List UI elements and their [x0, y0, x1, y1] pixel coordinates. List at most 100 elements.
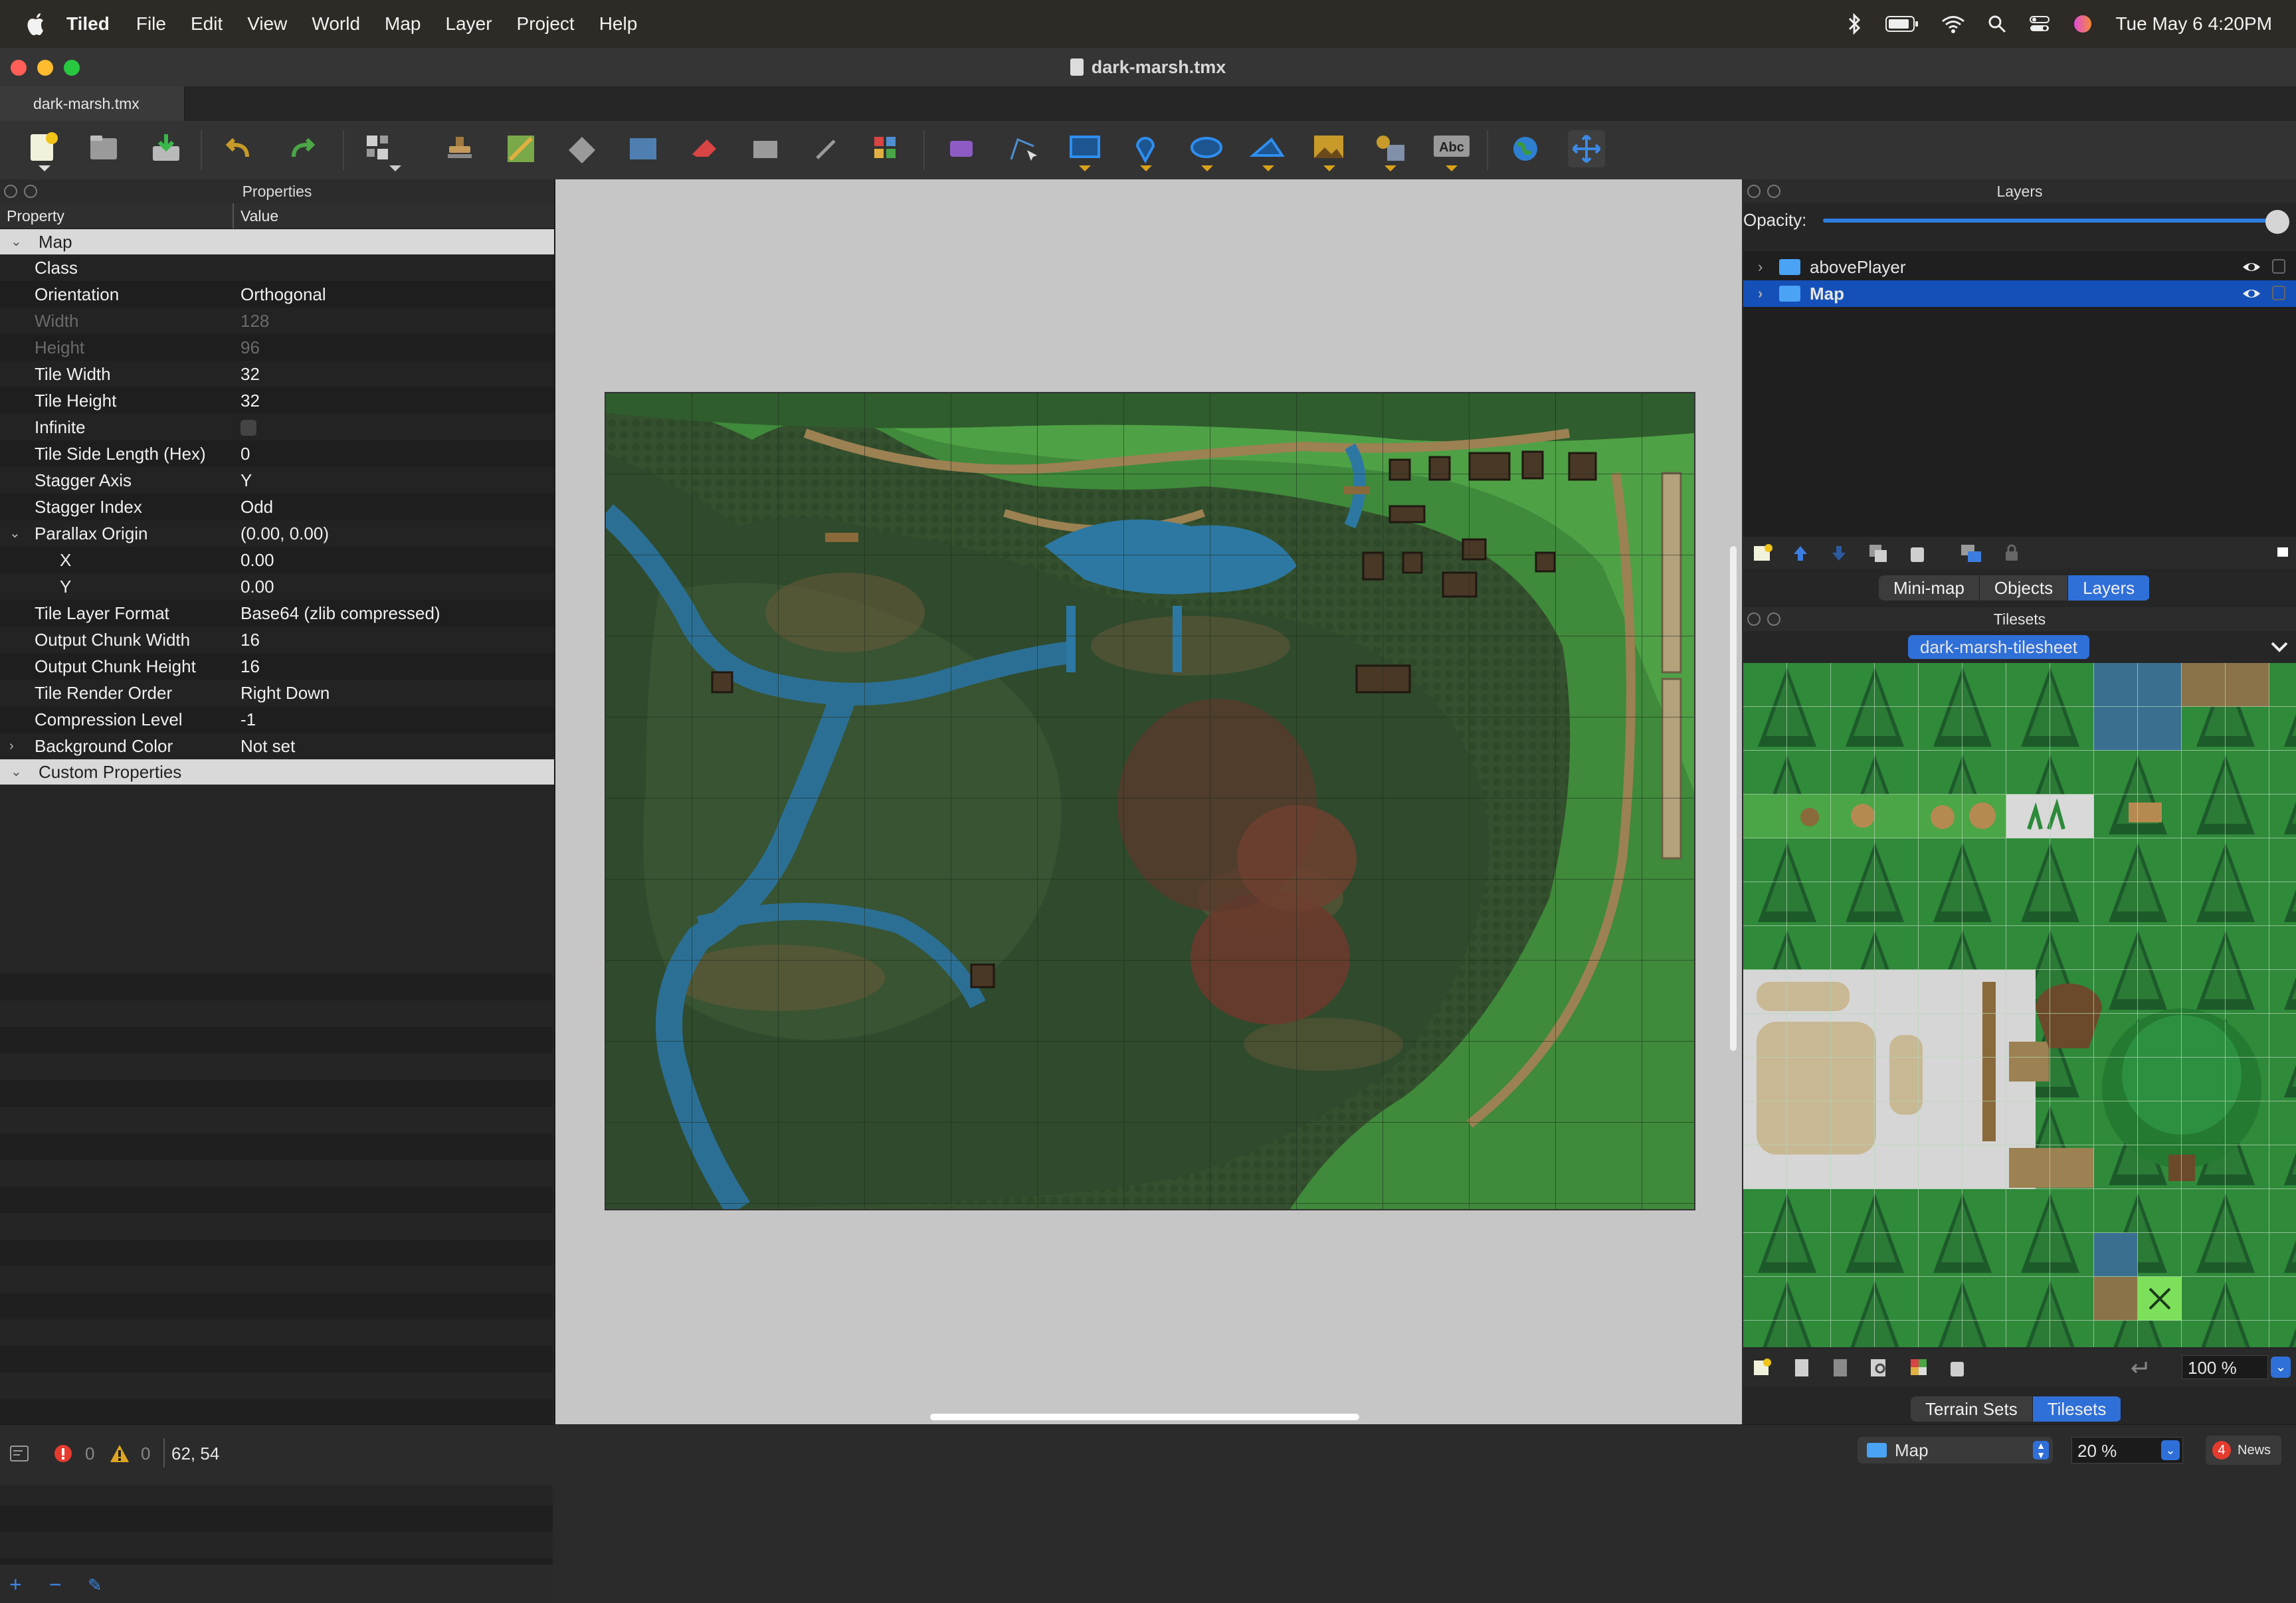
opacity-slider-handle[interactable] [2265, 210, 2289, 234]
search-icon[interactable] [1988, 15, 2006, 33]
lower-layer-icon[interactable] [1830, 543, 1848, 563]
edit-tileset-icon[interactable] [1869, 1358, 1889, 1378]
tile-map[interactable] [605, 392, 1695, 1210]
property-row-tile-height[interactable]: Tile Height 32 [0, 387, 554, 414]
delete-layer-icon[interactable] [1908, 543, 1927, 563]
menu-view[interactable]: View [247, 13, 287, 35]
vertical-scrollbar[interactable] [1730, 546, 1737, 1051]
property-row-compression-level[interactable]: Compression Level -1 [0, 706, 554, 733]
property-value[interactable]: 16 [234, 653, 260, 680]
property-value[interactable]: Y [234, 467, 252, 494]
tab-tilesets[interactable]: Tilesets [2032, 1396, 2122, 1422]
export-tileset-icon[interactable] [1831, 1358, 1850, 1378]
new-file-button[interactable] [25, 130, 62, 171]
insert-point-tool[interactable] [1127, 130, 1164, 171]
remove-property-button[interactable]: − [49, 1572, 62, 1597]
terrain-brush-tool[interactable] [502, 130, 539, 167]
apple-icon[interactable] [25, 11, 48, 37]
property-row-background-color[interactable]: › Background Color Not set [0, 733, 554, 759]
chevron-right-icon[interactable]: › [1758, 280, 1763, 307]
new-layer-icon[interactable] [1753, 543, 1774, 563]
property-value[interactable]: Odd [234, 494, 273, 520]
console-icon[interactable] [9, 1445, 29, 1462]
duplicate-layer-icon[interactable] [1868, 543, 1888, 563]
insert-text-tool[interactable]: Abc [1432, 130, 1470, 171]
chevron-right-icon[interactable]: › [1758, 254, 1763, 280]
close-panel-button[interactable] [1747, 613, 1761, 626]
tab-dark-marsh[interactable]: dark-marsh.tmx [0, 86, 185, 121]
property-row-tile-render-order[interactable]: Tile Render Order Right Down [0, 680, 554, 706]
magic-wand-tool[interactable] [808, 130, 845, 167]
property-value[interactable]: 32 [234, 361, 260, 387]
app-menu[interactable]: Tiled [66, 13, 110, 35]
dynamic-wrapping-icon[interactable] [1909, 1358, 1929, 1378]
property-value[interactable]: 0.00 [234, 547, 274, 573]
open-file-button[interactable] [85, 130, 122, 167]
property-column-header[interactable]: Property [0, 203, 234, 229]
move-tool[interactable] [1568, 130, 1605, 167]
property-row-tile-layer-format[interactable]: Tile Layer Format Base64 (zlib compressed… [0, 600, 554, 626]
eye-icon[interactable] [2242, 259, 2261, 275]
value-column-header[interactable]: Value [234, 203, 278, 229]
property-value[interactable]: Base64 (zlib compressed) [234, 600, 440, 626]
chevron-down-icon[interactable] [2268, 636, 2291, 658]
menubar-clock[interactable]: Tue May 6 4:20PM [2115, 13, 2272, 35]
lock-icon[interactable] [2272, 259, 2285, 274]
eraser-tool[interactable] [686, 130, 723, 167]
insert-polygon-tool[interactable] [1249, 130, 1286, 171]
select-same-tile-tool[interactable] [869, 130, 906, 167]
menu-world[interactable]: World [312, 13, 360, 35]
float-panel-button[interactable] [24, 185, 37, 198]
property-row-tile-width[interactable]: Tile Width 32 [0, 361, 554, 387]
property-row-parallax-origin[interactable]: ⌄ Parallax Origin (0.00, 0.00) [0, 520, 554, 547]
wrap-icon[interactable] [2129, 1359, 2149, 1376]
warning-count[interactable]: 0 [141, 1444, 150, 1464]
tileset-tab-dark-marsh[interactable]: dark-marsh-tilesheet [1908, 635, 2089, 659]
undo-button[interactable] [221, 130, 258, 167]
show-hide-other-layers-icon[interactable] [1960, 543, 1982, 563]
property-row-orientation[interactable]: Orientation Orthogonal [0, 281, 554, 308]
menu-project[interactable]: Project [517, 13, 575, 35]
tab-terrain-sets[interactable]: Terrain Sets [1911, 1396, 2033, 1422]
warning-icon[interactable] [109, 1444, 130, 1463]
property-row-parallax-y[interactable]: Y 0.00 [0, 573, 554, 600]
property-value[interactable]: -1 [234, 706, 256, 733]
error-icon[interactable] [53, 1444, 73, 1463]
zoom-select[interactable]: 20 % ⌄ [2071, 1437, 2183, 1463]
property-row-parallax-x[interactable]: X 0.00 [0, 547, 554, 573]
chevron-down-icon[interactable]: ⌄ [9, 520, 21, 547]
property-value[interactable]: Orthogonal [234, 281, 326, 308]
map-canvas[interactable] [555, 179, 1742, 1424]
embed-tileset-icon[interactable] [1792, 1358, 1811, 1378]
infinite-checkbox[interactable] [240, 420, 256, 436]
menu-layer[interactable]: Layer [446, 13, 492, 35]
tab-objects[interactable]: Objects [1979, 575, 2069, 601]
property-value[interactable]: 16 [234, 626, 260, 653]
eye-icon[interactable] [2242, 286, 2261, 302]
bluetooth-icon[interactable] [1847, 13, 1863, 35]
property-row-tile-side-length[interactable]: Tile Side Length (Hex) 0 [0, 440, 554, 467]
insert-ellipse-tool[interactable] [1188, 130, 1225, 171]
wifi-icon[interactable] [1941, 15, 1965, 33]
layer-row-above-player[interactable]: › abovePlayer [1743, 254, 2296, 280]
save-file-button[interactable] [147, 130, 185, 167]
random-mode-button[interactable] [363, 130, 401, 171]
news-button[interactable]: 4 News [2206, 1436, 2281, 1465]
property-row-stagger-axis[interactable]: Stagger Axis Y [0, 467, 554, 494]
insert-image-object-tool[interactable] [943, 130, 981, 167]
opacity-slider[interactable] [1823, 219, 2276, 223]
lock-icon[interactable] [2272, 286, 2285, 300]
current-layer-select[interactable]: Map ▲ ▼ [1858, 1437, 2053, 1463]
property-value[interactable]: (0.00, 0.00) [234, 520, 329, 547]
property-value[interactable]: Right Down [234, 680, 330, 706]
menu-file[interactable]: File [136, 13, 166, 35]
property-row-infinite[interactable]: Infinite [0, 414, 554, 440]
menu-help[interactable]: Help [599, 13, 638, 35]
property-value[interactable]: 32 [234, 387, 260, 414]
insert-tile-tool[interactable] [1310, 130, 1347, 171]
menu-edit[interactable]: Edit [191, 13, 223, 35]
property-value[interactable]: 0.00 [234, 573, 274, 600]
property-value[interactable]: Not set [234, 733, 295, 759]
map-group-header[interactable]: ⌄ Map [0, 229, 554, 254]
control-center-icon[interactable] [2029, 15, 2050, 33]
